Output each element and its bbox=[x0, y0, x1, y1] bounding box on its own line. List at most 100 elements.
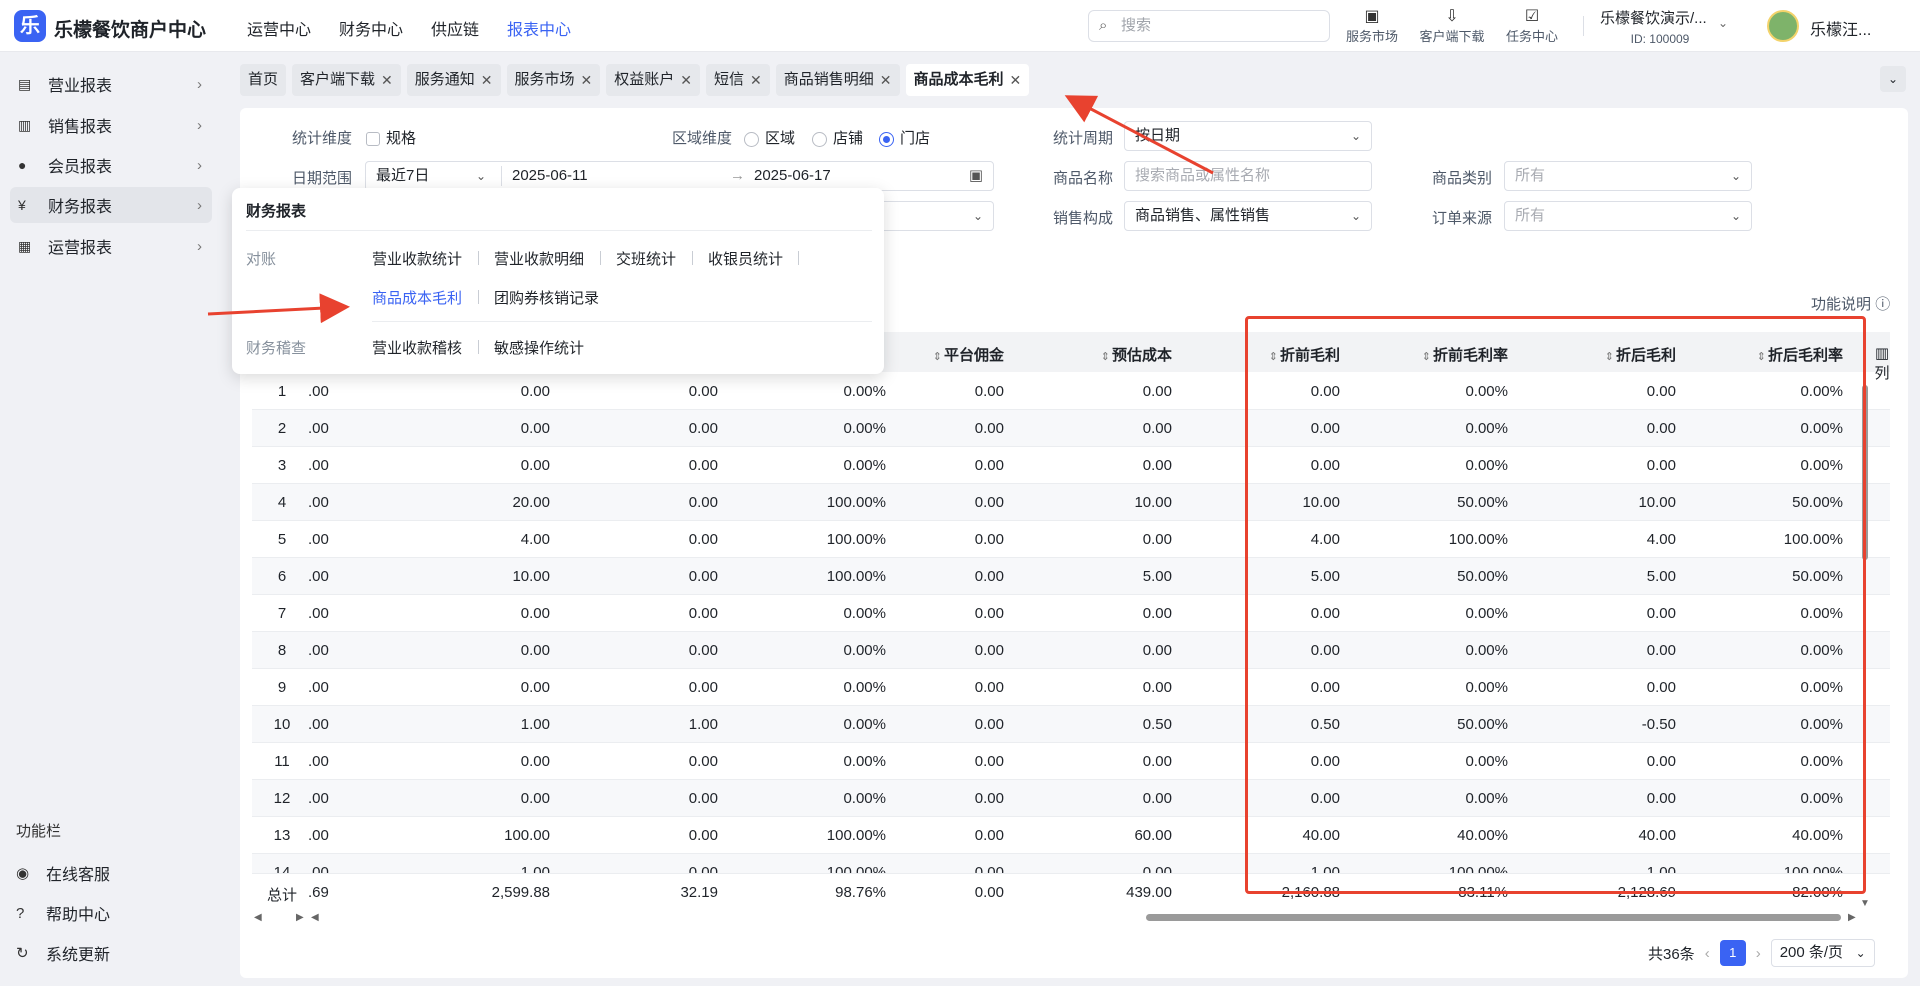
nav-finance[interactable]: 财务中心 bbox=[339, 16, 403, 40]
next-page-icon[interactable]: › bbox=[1756, 945, 1761, 962]
close-icon[interactable]: ✕ bbox=[750, 64, 762, 96]
table-row[interactable]: 1 .00 0.00 0.00 0.00% 0.00 0.00 0.00 0.00% 0.00 0.… bbox=[252, 373, 1890, 410]
nav-operations[interactable]: 运营中心 bbox=[247, 16, 311, 40]
close-icon[interactable]: ✕ bbox=[481, 64, 493, 96]
order-src-select[interactable]: 所有 ⌄ bbox=[1504, 201, 1752, 231]
tab-service-notice[interactable]: 服务通知 ✕ bbox=[406, 64, 501, 96]
menu-item-shift-stats[interactable]: 交班统计 bbox=[616, 248, 676, 269]
sidebar-item-operations[interactable]: ▦ 运营报表 › bbox=[10, 228, 212, 264]
page-size-select[interactable]: 200 条/页 ⌄ bbox=[1770, 939, 1875, 967]
client-download-button[interactable]: ⇩ 客户端下载 bbox=[1416, 6, 1488, 45]
region-radio-area[interactable]: 区域 bbox=[744, 127, 795, 148]
service-market-button[interactable]: ▣ 服务市场 bbox=[1344, 6, 1400, 45]
col-header-post-margin[interactable]: ⇕ 折后毛利 bbox=[1546, 344, 1676, 365]
menu-item-revenue-stats[interactable]: 营业收款统计 bbox=[372, 248, 462, 269]
date-start[interactable]: 2025-06-11 bbox=[512, 162, 588, 190]
date-end[interactable]: 2025-06-17 bbox=[754, 162, 831, 190]
page-1-button[interactable]: 1 bbox=[1719, 940, 1746, 966]
function-help-link[interactable]: 功能说明 ⓘ bbox=[1811, 293, 1890, 314]
scroll-right-icon[interactable]: ▶ bbox=[296, 912, 304, 923]
close-icon[interactable]: ✕ bbox=[581, 64, 593, 96]
menu-item-revenue-audit[interactable]: 营业收款稽核 bbox=[372, 337, 462, 358]
table-row[interactable]: 5 .00 4.00 0.00 100.00% 0.00 0.00 4.00 100.00% 4.… bbox=[252, 521, 1890, 558]
sidebar-item-finance[interactable]: ¥ 财务报表 › bbox=[10, 187, 212, 223]
help-center-link[interactable]: ? 帮助中心 bbox=[16, 901, 110, 925]
region-radio-shop[interactable]: 店铺 bbox=[812, 127, 863, 148]
sales-comp-select[interactable]: 商品销售、属性销售 ⌄ bbox=[1124, 201, 1372, 231]
prev-page-icon[interactable]: ‹ bbox=[1705, 945, 1710, 962]
col-header-platform-fee[interactable]: ⇕ 平台佣金 bbox=[874, 344, 1004, 365]
spec-checkbox[interactable]: 规格 bbox=[366, 127, 416, 148]
period-select[interactable]: 按日期 ⌄ bbox=[1124, 121, 1372, 151]
sidebar-item-sales[interactable]: ▥ 销售报表 › bbox=[10, 107, 212, 143]
tab-service-market[interactable]: 服务市场 ✕ bbox=[506, 64, 601, 96]
tab-rights-account[interactable]: 权益账户 ✕ bbox=[606, 64, 701, 96]
vertical-scrollbar[interactable] bbox=[1862, 385, 1868, 560]
table-row[interactable]: 10 .00 1.00 1.00 0.00% 0.00 0.50 0.50 50.00% -0.5… bbox=[252, 706, 1890, 743]
goods-name-input[interactable]: 搜索商品或属性名称 bbox=[1124, 161, 1372, 191]
search-input[interactable]: ⌕ 搜索 bbox=[1088, 10, 1330, 42]
calendar-icon[interactable]: ▣ bbox=[969, 162, 983, 190]
menu-item-cost-margin[interactable]: 商品成本毛利 bbox=[372, 287, 462, 308]
arrow-right-icon: → bbox=[730, 167, 745, 184]
region-radio-store[interactable]: 门店 bbox=[879, 127, 930, 148]
table-row[interactable]: 2 .00 0.00 0.00 0.00% 0.00 0.00 0.00 0.00% 0.00 0.… bbox=[252, 410, 1890, 447]
system-update-link[interactable]: ↻ 系统更新 bbox=[16, 941, 110, 965]
menu-item-sensitive-ops[interactable]: 敏感操作统计 bbox=[494, 337, 584, 358]
tab-sms[interactable]: 短信 ✕ bbox=[706, 64, 770, 96]
divider bbox=[501, 166, 502, 186]
table-cell: 0.00 bbox=[688, 605, 718, 622]
table-cell: 0.00% bbox=[843, 457, 886, 474]
app-logo[interactable]: 乐 bbox=[14, 10, 46, 42]
close-icon[interactable]: ✕ bbox=[880, 64, 892, 96]
table-cell: .00 bbox=[308, 642, 329, 659]
col-header-post-margin-rate[interactable]: ⇕ 折后毛利率 bbox=[1713, 344, 1843, 365]
menu-item-revenue-detail[interactable]: 营业收款明细 bbox=[494, 248, 584, 269]
close-icon[interactable]: ✕ bbox=[1010, 64, 1022, 96]
scroll-down-icon[interactable]: ▼ bbox=[1860, 898, 1870, 909]
col-header-pre-margin[interactable]: ⇕ 折前毛利 bbox=[1210, 344, 1340, 365]
table-row[interactable]: 9 .00 0.00 0.00 0.00% 0.00 0.00 0.00 0.00% 0.00 0.… bbox=[252, 669, 1890, 706]
tab-home[interactable]: 首页 bbox=[240, 64, 287, 96]
divider bbox=[246, 230, 872, 231]
table-cell: 4.00 bbox=[1310, 531, 1340, 548]
tab-list-chevron-icon[interactable]: ⌄ bbox=[1880, 66, 1906, 92]
goods-cat-select[interactable]: 所有 ⌄ bbox=[1504, 161, 1752, 191]
user-name[interactable]: 乐檬汪... bbox=[1810, 16, 1871, 40]
table-row[interactable]: 4 .00 20.00 0.00 100.00% 0.00 10.00 10.00 50.00%… bbox=[252, 484, 1890, 521]
sidebar-item-member[interactable]: ● 会员报表 › bbox=[10, 147, 212, 183]
task-center-button[interactable]: ☑ 任务中心 bbox=[1504, 6, 1560, 45]
table-row[interactable]: 3 .00 0.00 0.00 0.00% 0.00 0.00 0.00 0.00% 0.00 0.… bbox=[252, 447, 1890, 484]
close-icon[interactable]: ✕ bbox=[680, 64, 692, 96]
table-row[interactable]: 7 .00 0.00 0.00 0.00% 0.00 0.00 0.00 0.00% 0.00 0.… bbox=[252, 595, 1890, 632]
nav-reports[interactable]: 报表中心 bbox=[507, 16, 571, 40]
close-icon[interactable]: ✕ bbox=[381, 64, 393, 96]
table-row[interactable]: 11 .00 0.00 0.00 0.00% 0.00 0.00 0.00 0.00% 0.00 0… bbox=[252, 743, 1890, 780]
scroll-left-icon[interactable]: ◀ bbox=[254, 912, 262, 923]
menu-item-group-coupon[interactable]: 团购券核销记录 bbox=[494, 287, 599, 308]
col-header-pre-margin-rate[interactable]: ⇕ 折前毛利率 bbox=[1378, 344, 1508, 365]
table-row[interactable]: 13 .00 100.00 0.00 100.00% 0.00 60.00 40.00 40.0… bbox=[252, 817, 1890, 854]
menu-item-cashier-stats[interactable]: 收银员统计 bbox=[708, 248, 783, 269]
scroll-left-icon[interactable]: ◀ bbox=[311, 912, 319, 923]
tab-client-download[interactable]: 客户端下载 ✕ bbox=[292, 64, 401, 96]
nav-supply-chain[interactable]: 供应链 bbox=[431, 16, 479, 40]
scroll-right-icon[interactable]: ▶ bbox=[1848, 912, 1856, 923]
horizontal-scrollbar[interactable] bbox=[1146, 914, 1841, 921]
account-switcher[interactable]: 乐檬餐饮演示/... ID: 100009 bbox=[1600, 7, 1720, 46]
date-preset[interactable]: 最近7日 bbox=[376, 167, 429, 184]
tab-cost-margin[interactable]: 商品成本毛利 ✕ bbox=[905, 64, 1030, 96]
chevron-down-icon[interactable]: ⌄ bbox=[1718, 16, 1728, 30]
date-range-picker[interactable]: 最近7日 ⌄ 2025-06-11 → 2025-06-17 ▣ bbox=[365, 161, 994, 191]
sidebar-item-business[interactable]: ▤ 营业报表 › bbox=[10, 66, 212, 102]
online-service-link[interactable]: ◉ 在线客服 bbox=[16, 861, 110, 885]
table-row[interactable]: 12 .00 0.00 0.00 0.00% 0.00 0.00 0.00 0.00% 0.00 0… bbox=[252, 780, 1890, 817]
table-cell: 100.00% bbox=[826, 494, 886, 511]
table-cell: 0.00 bbox=[688, 827, 718, 844]
avatar[interactable] bbox=[1767, 10, 1799, 42]
tab-sales-detail[interactable]: 商品销售明细 ✕ bbox=[775, 64, 900, 96]
col-header-est-cost[interactable]: ⇕ 预估成本 bbox=[1042, 344, 1172, 365]
date-range-label: 日期范围 bbox=[292, 170, 353, 187]
table-row[interactable]: 6 .00 10.00 0.00 100.00% 0.00 5.00 5.00 50.00% 5.… bbox=[252, 558, 1890, 595]
table-row[interactable]: 8 .00 0.00 0.00 0.00% 0.00 0.00 0.00 0.00% 0.00 0.… bbox=[252, 632, 1890, 669]
